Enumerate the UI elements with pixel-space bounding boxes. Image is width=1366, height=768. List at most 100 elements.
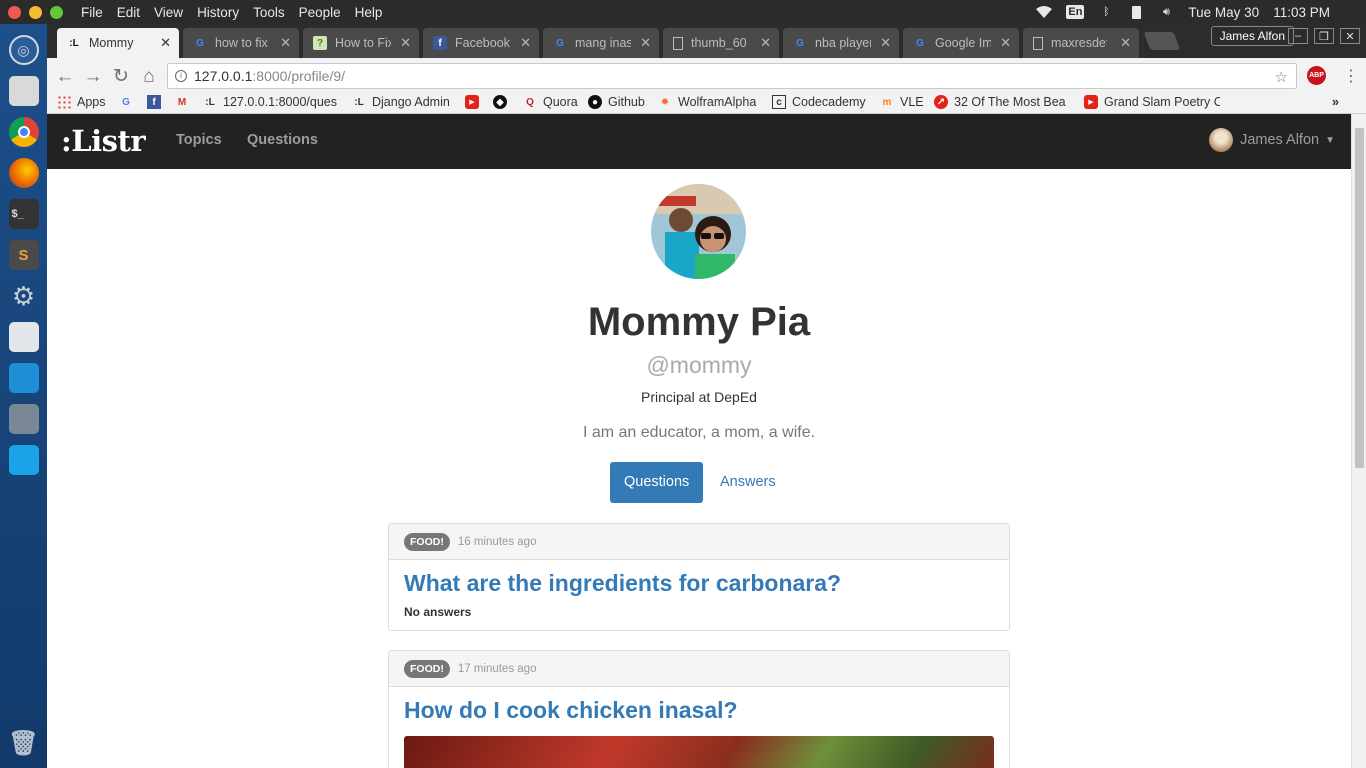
user-avatar [1209, 128, 1234, 152]
user-menu[interactable]: James Alfon ▼ [1209, 128, 1335, 152]
bookmark-github[interactable]: ● Github [588, 92, 645, 112]
close-tab-icon[interactable]: ✕ [1000, 35, 1011, 51]
back-arrow-icon[interactable]: ← [55, 67, 75, 87]
bookmark-google[interactable]: G [119, 92, 139, 112]
close-tab-icon[interactable]: ✕ [160, 35, 171, 51]
tab-title: How to Fix [335, 36, 391, 50]
listr-logo[interactable]: :Listr [61, 124, 146, 158]
firefox-icon[interactable] [8, 158, 39, 188]
tab-mommy-pia[interactable]: :L Mommy Pia ✕ [57, 28, 179, 58]
browser-profile-button[interactable]: James Alfon [1210, 26, 1294, 46]
close-tab-icon[interactable]: ✕ [520, 35, 531, 51]
bookmark-sketch[interactable]: ◆ [493, 92, 513, 112]
close-window-button[interactable] [8, 5, 21, 19]
disk-utility-icon[interactable] [8, 404, 39, 434]
question-timestamp: 16 minutes ago [457, 535, 537, 548]
tab-answers[interactable]: Answers [706, 462, 790, 503]
adblock-plus-icon[interactable]: ABP [1307, 66, 1326, 85]
close-tab-icon[interactable]: ✕ [760, 35, 771, 51]
system-panel-icon[interactable] [8, 322, 39, 352]
bookmark-youtube[interactable]: ▶ [465, 92, 485, 112]
chrome-icon[interactable] [8, 117, 39, 147]
window-manager-icon[interactable] [8, 363, 39, 393]
clock-time[interactable]: 11:03 PM [1273, 5, 1330, 20]
question-title-link[interactable]: What are the ingredients for carbonara? [389, 560, 1009, 597]
tab-nba-players[interactable]: G nba players ✕ [783, 28, 899, 58]
system-tray: En ᛒ 🔊︎ Tue May 30 11:03 PM [1036, 0, 1366, 24]
google-favicon-icon: G [916, 37, 924, 49]
address-bar[interactable]: i 127.0.0.1:8000/profile/9/ ☆ [167, 63, 1297, 89]
tab-mang-inasal[interactable]: G mang inasal ✕ [543, 28, 659, 58]
close-tab-icon[interactable]: ✕ [880, 35, 891, 51]
tab-questions[interactable]: Questions [610, 462, 704, 503]
question-card: FOOD! 16 minutes ago What are the ingred… [388, 523, 1010, 631]
home-icon[interactable]: ⌂ [139, 67, 159, 87]
close-tab-icon[interactable]: ✕ [640, 35, 651, 51]
maximize-window-button[interactable] [50, 5, 63, 19]
question-title-link[interactable]: How do I cook chicken inasal? [389, 687, 1009, 724]
forward-arrow-icon[interactable]: → [83, 67, 103, 87]
sublime-text-icon[interactable]: S [8, 240, 39, 270]
topic-badge[interactable]: FOOD! [404, 659, 450, 678]
tab-how-to-fix-1[interactable]: G how to fix ✕ [183, 28, 299, 58]
close-tab-icon[interactable]: ✕ [280, 35, 291, 51]
terminal-icon[interactable]: $_ [8, 199, 39, 229]
tab-thumb-600[interactable]: thumb_600 ✕ [663, 28, 779, 58]
minimize-icon[interactable]: – [1288, 28, 1308, 44]
site-info-icon[interactable]: i [175, 70, 187, 82]
topic-badge[interactable]: FOOD! [404, 532, 450, 551]
menu-help[interactable]: Help [355, 5, 383, 20]
minimize-window-button[interactable] [29, 5, 42, 19]
tab-facebook[interactable]: f Facebook ✕ [423, 28, 539, 58]
menu-history[interactable]: History [197, 5, 239, 20]
new-tab-button[interactable] [1143, 32, 1181, 50]
listr-favicon-icon: :L [69, 37, 79, 49]
bookmark-wolframalpha[interactable]: ✹ WolframAlpha [658, 92, 756, 112]
tab-maxresdefault[interactable]: maxresdefault ✕ [1023, 28, 1139, 58]
ubuntu-logo-icon[interactable]: ◎ [8, 35, 39, 65]
volume-icon[interactable]: 🔊︎ [1158, 5, 1174, 19]
tab-title: Facebook [455, 36, 510, 50]
clock-date[interactable]: Tue May 30 [1188, 5, 1259, 20]
bookmark-quora[interactable]: Q Quora [523, 92, 578, 112]
tab-google-images[interactable]: G Google Images ✕ [903, 28, 1019, 58]
menu-tools[interactable]: Tools [253, 5, 285, 20]
scrollbar-thumb[interactable] [1355, 128, 1364, 468]
web-page: :Listr Topics Questions James Alfon ▼ Mo… [47, 114, 1351, 768]
nav-topics[interactable]: Topics [176, 132, 222, 148]
nav-questions[interactable]: Questions [247, 132, 318, 148]
bookmark-vle[interactable]: m VLE [880, 92, 924, 112]
page-scrollbar[interactable] [1351, 114, 1366, 768]
bookmark-star-icon[interactable]: ☆ [1275, 66, 1288, 90]
caret-down-icon: ▼ [1325, 134, 1335, 146]
menu-file[interactable]: File [81, 5, 103, 20]
bookmark-label: Grand Slam Poetry C [1104, 95, 1220, 109]
settings-gear-icon[interactable]: ⚙ [9, 281, 39, 311]
menu-edit[interactable]: Edit [117, 5, 140, 20]
restore-icon[interactable]: ❐ [1314, 28, 1334, 44]
keyboard-layout-icon[interactable]: En [1066, 5, 1085, 19]
tab-how-to-fix-2[interactable]: ? How to Fix ✕ [303, 28, 419, 58]
battery-icon[interactable] [1128, 5, 1144, 19]
menu-view[interactable]: View [154, 5, 183, 20]
close-icon[interactable]: ✕ [1340, 28, 1360, 44]
workspace-icon[interactable] [8, 445, 39, 475]
close-tab-icon[interactable]: ✕ [400, 35, 411, 51]
bookmark-listr-questions[interactable]: :L 127.0.0.1:8000/ques [203, 92, 339, 112]
bookmark-apps[interactable]: Apps [57, 92, 106, 112]
chrome-menu-icon[interactable]: ⋮ [1343, 66, 1359, 86]
more-bookmarks-icon[interactable]: » [1332, 92, 1339, 112]
reload-icon[interactable]: ↻ [111, 67, 131, 87]
bookmark-facebook[interactable]: f [147, 92, 167, 112]
bookmark-32-most[interactable]: ↗ 32 Of The Most Bea [934, 92, 1084, 112]
bookmark-django-admin[interactable]: :L Django Admin [352, 92, 450, 112]
bookmark-gmail[interactable]: M [175, 92, 195, 112]
wifi-icon[interactable] [1036, 5, 1053, 19]
bookmark-grand-slam-poetry[interactable]: ▶ Grand Slam Poetry C [1084, 92, 1220, 112]
trash-icon[interactable]: 🗑︎ [8, 728, 38, 758]
files-icon[interactable] [8, 76, 39, 106]
close-tab-icon[interactable]: ✕ [1120, 35, 1131, 51]
bluetooth-icon[interactable]: ᛒ [1098, 5, 1114, 19]
menu-people[interactable]: People [299, 5, 341, 20]
bookmark-codecademy[interactable]: c Codecademy [772, 92, 866, 112]
